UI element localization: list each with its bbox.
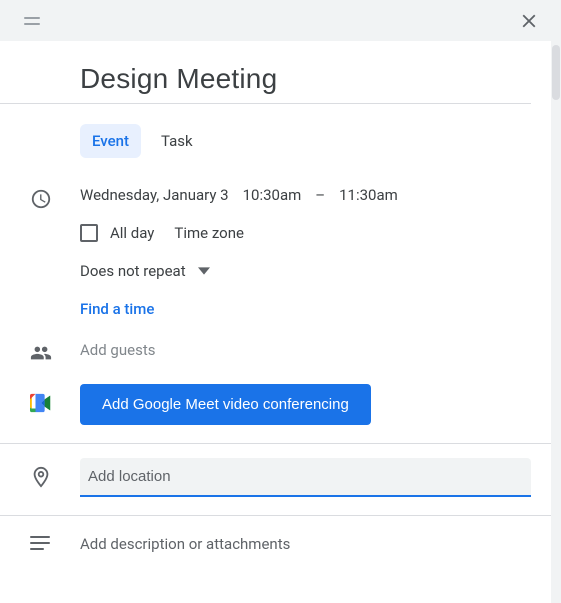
add-google-meet-button[interactable]: Add Google Meet video conferencing bbox=[80, 384, 371, 425]
event-end-time[interactable]: 11:30am bbox=[339, 186, 398, 204]
close-icon bbox=[518, 10, 540, 32]
dialog-topbar bbox=[0, 0, 561, 41]
event-date[interactable]: Wednesday, January 3 bbox=[80, 186, 229, 204]
checkbox-icon bbox=[80, 224, 98, 242]
google-meet-icon bbox=[30, 392, 52, 414]
dialog-content: Event Task Wednesday, January 3 10:30am … bbox=[0, 41, 561, 553]
location-input[interactable] bbox=[80, 458, 531, 497]
drag-handle-icon[interactable] bbox=[20, 9, 44, 33]
close-button[interactable] bbox=[513, 5, 545, 37]
find-a-time-link[interactable]: Find a time bbox=[80, 300, 154, 318]
recurrence-select[interactable]: Does not repeat bbox=[80, 262, 531, 280]
tab-task[interactable]: Task bbox=[149, 124, 205, 158]
recurrence-label: Does not repeat bbox=[80, 262, 186, 280]
location-pin-icon bbox=[30, 466, 52, 488]
chevron-down-icon bbox=[198, 265, 210, 277]
tab-event[interactable]: Event bbox=[80, 124, 141, 158]
timezone-button[interactable]: Time zone bbox=[174, 224, 244, 242]
type-tabs: Event Task bbox=[0, 104, 561, 158]
scrollbar-thumb[interactable] bbox=[552, 45, 560, 100]
clock-icon bbox=[30, 188, 52, 210]
add-description-field[interactable]: Add description or attachments bbox=[80, 535, 290, 553]
scrollbar-track[interactable] bbox=[551, 41, 561, 603]
event-start-time[interactable]: 10:30am bbox=[243, 186, 302, 204]
people-icon bbox=[30, 342, 52, 364]
notes-icon bbox=[30, 536, 50, 550]
add-guests-field[interactable]: Add guests bbox=[80, 341, 155, 359]
all-day-toggle[interactable]: All day bbox=[80, 224, 154, 242]
time-separator: – bbox=[315, 186, 325, 204]
all-day-label: All day bbox=[110, 224, 154, 242]
event-title-input[interactable] bbox=[80, 63, 501, 103]
